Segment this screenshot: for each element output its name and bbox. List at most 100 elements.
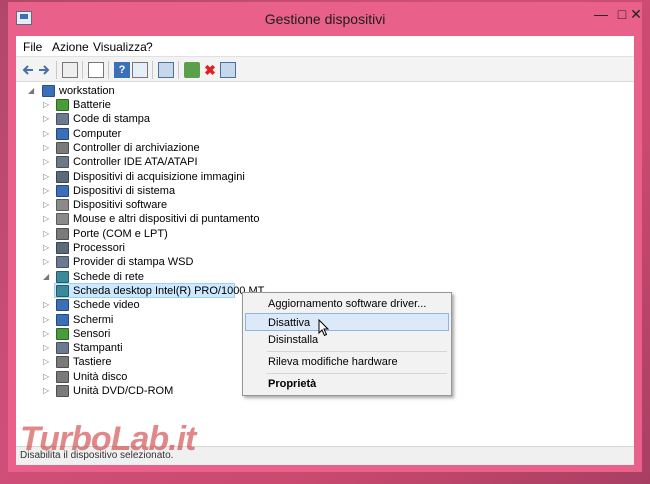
tree-item-label: Controller IDE ATA/ATAPI [73,156,198,169]
uninstall-icon[interactable]: ✖ [202,62,218,78]
menu-item-update-driver[interactable]: Aggiornamento software driver... [245,295,449,313]
network-adapter-icon [56,270,69,283]
keyboard-icon [56,356,69,369]
camera-icon [56,170,69,183]
toolbar-separator [178,61,179,79]
client-area: File Azione Visualizza ? ? ✖ ◢ workstati… [16,36,634,465]
expand-arrow-icon[interactable]: ▷ [43,384,53,398]
toolbar-separator [152,61,153,79]
expand-arrow-icon[interactable]: ▷ [43,255,53,269]
expand-arrow-icon[interactable]: ▷ [43,313,53,327]
tree-item-label: Processori [73,242,125,254]
menu-help[interactable]: ? [146,40,153,54]
tree-item-label: Scheda desktop Intel(R) PRO/1000 MT [73,284,265,297]
expand-arrow-icon[interactable]: ▷ [43,155,53,169]
update-driver-icon[interactable] [184,62,200,78]
computer-icon [42,85,55,97]
expand-arrow-icon[interactable]: ▷ [43,141,53,155]
tree-item-label: Computer [73,127,122,140]
menu-azione[interactable]: Azione [52,40,89,54]
sensor-icon [56,327,69,340]
expand-arrow-icon[interactable]: ▷ [43,341,53,355]
tree-item-label: Porte (COM e LPT) [73,227,168,240]
expand-arrow-icon[interactable]: ▷ [43,241,53,255]
tree-item-label: Schede video [73,299,140,312]
tree-item-label: Mouse e altri dispositivi di puntamento [73,213,260,226]
battery-icon [56,99,69,111]
forward-icon[interactable] [36,62,52,78]
tree-root-label: workstation [59,85,115,97]
menu-bar: File Azione Visualizza ? [16,36,634,56]
ide-controller-icon [56,156,69,169]
menu-item-uninstall[interactable]: Disinstalla [245,331,449,349]
software-device-icon [56,199,69,212]
minimize-button[interactable]: — [590,4,612,26]
expand-arrow-icon[interactable]: ▷ [43,327,53,341]
printer-icon [56,113,69,126]
menu-item-label: Aggiornamento software driver... [268,298,427,310]
expand-arrow-icon[interactable]: ▷ [43,112,53,126]
port-icon [56,227,69,240]
toolbar-separator [56,61,57,79]
menu-item-label: Disattiva [268,317,311,329]
printer-icon [56,342,69,355]
collapse-arrow-icon[interactable]: ◢ [43,270,53,284]
help-icon[interactable]: ? [114,62,130,78]
menu-item-disable[interactable]: Disattiva [245,313,449,331]
disk-drive-icon [56,370,69,383]
tree-item-label: Schermi [73,313,114,326]
storage-controller-icon [56,141,69,154]
computer-icon [56,127,69,140]
scan-hardware-icon[interactable] [220,62,236,78]
window-title: Gestione dispositivi [264,11,386,27]
menu-item-properties[interactable]: Proprietà [245,375,449,393]
expand-arrow-icon[interactable]: ▷ [43,212,53,226]
menu-visualizza[interactable]: Visualizza [93,40,147,54]
properties-icon[interactable] [88,62,104,78]
menu-item-scan-hardware[interactable]: Rileva modifiche hardware [245,353,449,371]
computer-icon[interactable] [158,62,174,78]
dvd-drive-icon [56,385,69,397]
expand-arrow-icon[interactable]: ▷ [43,370,53,384]
expand-arrow-icon[interactable]: ▷ [43,127,53,141]
expand-arrow-icon[interactable]: ▷ [43,198,53,212]
device-manager-window: Gestione dispositivi — □ ✕ File Azione V… [8,2,642,472]
tree-item-label: Controller di archiviazione [73,141,200,154]
view-icon[interactable] [62,62,78,78]
menu-item-label: Rileva modifiche hardware [268,356,398,368]
expand-arrow-icon[interactable]: ▷ [43,98,53,112]
monitor-icon [56,313,69,326]
watermark-logo: TurboLab.it [20,420,196,458]
tree-item-label: Code di stampa [73,113,151,126]
expand-arrow-icon[interactable]: ▷ [43,227,53,241]
toolbar: ? ✖ [16,56,634,82]
display-adapter-icon [56,299,69,312]
tree-item-label: Dispositivi di sistema [73,184,176,197]
refresh-icon[interactable] [132,62,148,78]
tree-item-label: Dispositivi software [73,199,168,212]
expand-arrow-icon[interactable]: ▷ [43,355,53,369]
tree-item-label: Unità disco [73,370,128,383]
tree-item-label: Tastiere [73,356,112,369]
wsd-printer-icon [56,256,69,269]
context-menu: Aggiornamento software driver... Disatti… [242,292,452,396]
network-card-icon [56,284,69,297]
title-bar[interactable]: Gestione dispositivi — □ ✕ [8,2,642,36]
tree-item-label: Provider di stampa WSD [73,256,194,269]
mouse-icon [56,213,69,226]
processor-icon [56,242,69,254]
close-button[interactable]: ✕ [630,4,642,26]
menu-file[interactable]: File [23,40,42,54]
back-icon[interactable] [20,62,36,78]
tree-item-label: Schede di rete [73,270,144,283]
toolbar-separator [82,61,83,79]
system-device-icon [56,184,69,197]
expand-arrow-icon[interactable]: ▷ [43,170,53,184]
menu-item-label: Proprietà [268,378,317,390]
menu-item-label: Disinstalla [268,334,319,346]
collapse-arrow-icon[interactable]: ◢ [28,84,38,98]
expand-arrow-icon[interactable]: ▷ [43,184,53,198]
menu-separator [267,373,447,374]
menu-separator [267,351,447,352]
expand-arrow-icon[interactable]: ▷ [43,298,53,312]
